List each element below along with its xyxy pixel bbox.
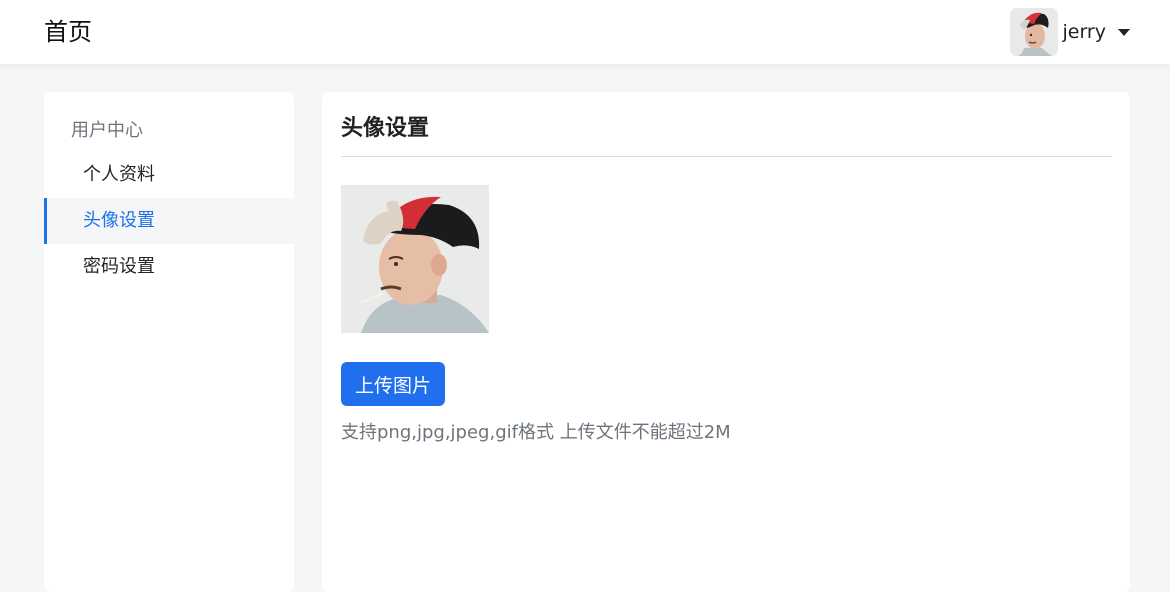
sidebar-heading: 用户中心 xyxy=(71,120,143,141)
avatar-preview-image xyxy=(341,185,489,333)
sidebar-item-avatar-settings[interactable]: 头像设置 xyxy=(44,198,294,244)
upload-hint-text: 支持png,jpg,jpeg,gif格式 上传文件不能超过2M xyxy=(341,422,731,443)
main-panel: 头像设置 上传图片 支持png,jpg,jpeg,gif格式 上传文件不能超过2… xyxy=(322,92,1130,592)
sidebar-item-profile[interactable]: 个人资料 xyxy=(44,152,294,198)
caret-down-icon xyxy=(1118,28,1130,36)
divider xyxy=(341,156,1112,157)
top-navbar: 首页 jerry xyxy=(0,0,1170,64)
username: jerry xyxy=(1062,21,1106,43)
upload-image-button[interactable]: 上传图片 xyxy=(341,362,445,406)
user-menu-toggle[interactable]: jerry xyxy=(1010,8,1130,56)
user-avatar-icon xyxy=(1010,8,1059,56)
sidebar: 用户中心 个人资料 头像设置 密码设置 xyxy=(44,92,294,592)
page-title: 头像设置 xyxy=(341,116,430,141)
home-link[interactable]: 首页 xyxy=(44,16,92,48)
sidebar-item-password-settings[interactable]: 密码设置 xyxy=(44,244,294,290)
